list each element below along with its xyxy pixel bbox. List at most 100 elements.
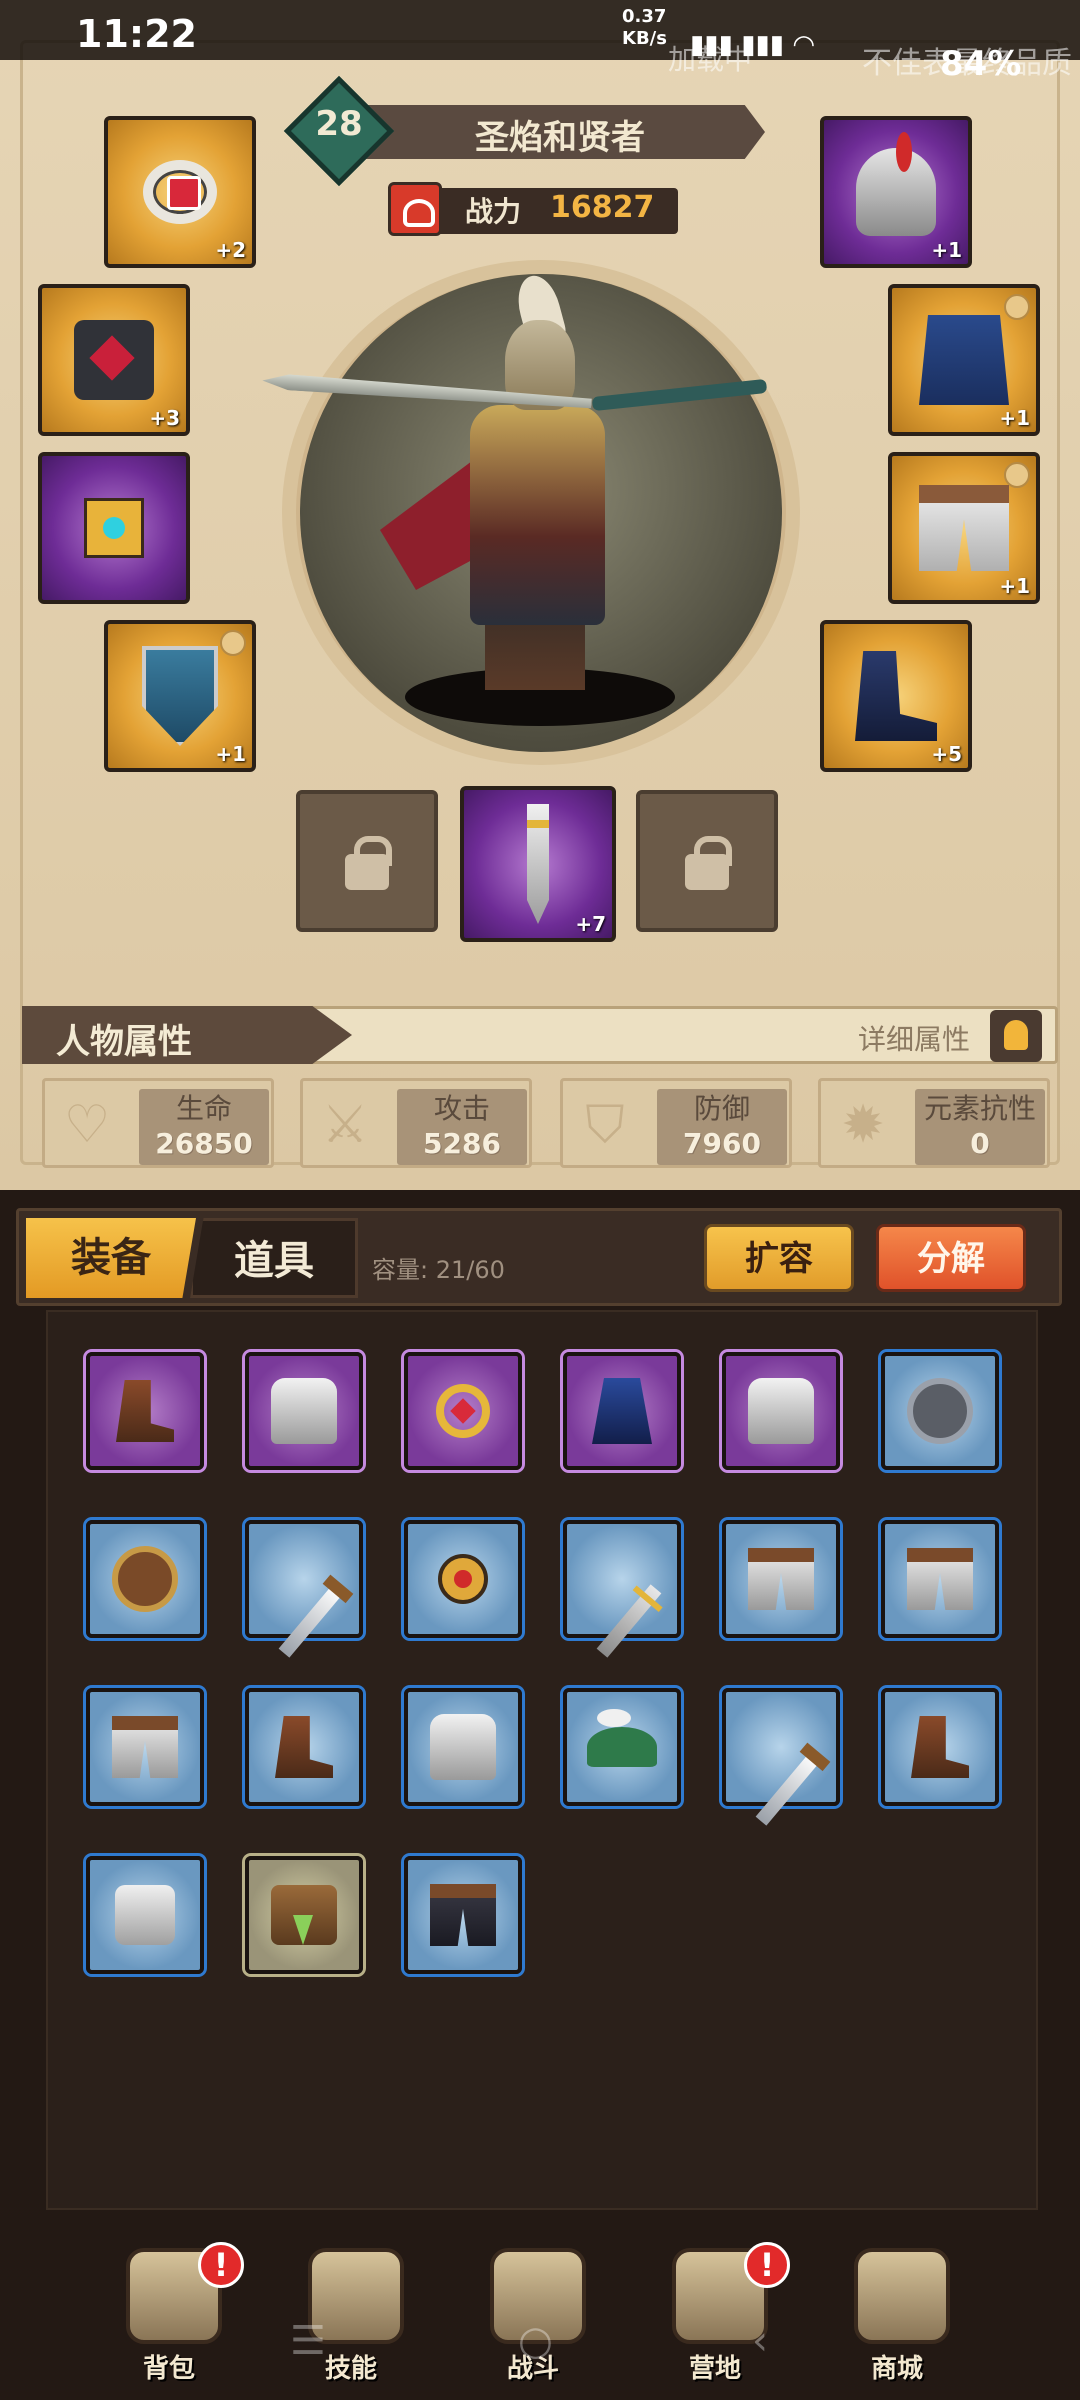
armor-icon [271, 1378, 337, 1444]
weapon-slot-locked-2[interactable] [636, 790, 778, 932]
boots-icon [116, 1380, 174, 1442]
stat-label: 防御 [693, 1092, 750, 1125]
tab-equipment[interactable]: 装备 [26, 1218, 196, 1298]
inventory-item[interactable] [86, 1856, 204, 1974]
attributes-title: 人物属性 [56, 1022, 192, 1062]
inventory-item[interactable] [563, 1520, 681, 1658]
heart-icon: ♡ [63, 1095, 111, 1155]
overlay-text-1: 加载中 [668, 43, 753, 76]
inventory-item[interactable] [245, 1520, 363, 1658]
enhance-level: +3 [149, 406, 180, 430]
armor-icon [430, 1714, 496, 1780]
enhance-level: +2 [215, 238, 246, 262]
coat-icon [592, 1378, 652, 1444]
equip-slot-pants[interactable]: +1 [888, 452, 1040, 604]
ring-icon [436, 1384, 490, 1438]
inventory-item[interactable] [404, 1520, 522, 1638]
pants-icon [112, 1716, 178, 1778]
helmet-icon [856, 132, 936, 236]
hero-level: 28 [315, 104, 363, 144]
equip-slot-ring[interactable]: +2 [104, 116, 256, 268]
power-value: 16827 [550, 190, 655, 225]
inventory-item[interactable] [404, 1856, 522, 1974]
belt-icon [271, 1885, 337, 1945]
inventory-item[interactable] [86, 1352, 204, 1470]
inventory-item[interactable] [722, 1520, 840, 1638]
battery-level: 84% [940, 44, 1022, 84]
enhance-level: +1 [999, 406, 1030, 430]
shield-icon: ⛉ [585, 1095, 625, 1155]
power-label: 战力 [465, 195, 522, 228]
inventory-item[interactable] [245, 1856, 363, 1974]
hero-body [470, 405, 605, 625]
back-gesture-icon[interactable]: ‹ [752, 2318, 768, 2364]
power-icon [388, 182, 442, 236]
detail-attributes-link[interactable]: 详细属性 [858, 1018, 970, 1058]
inventory-item[interactable] [245, 1352, 363, 1470]
inventory-item[interactable] [563, 1352, 681, 1470]
decompose-button[interactable]: 分解 [876, 1224, 1026, 1292]
weapon-slot-locked-1[interactable] [296, 790, 438, 932]
stat-value: 5286 [423, 1127, 501, 1160]
equip-slot-shield[interactable]: +1 [104, 620, 256, 772]
hat-icon [587, 1709, 657, 1767]
nav-label: 商城 [870, 2354, 923, 2384]
tab-items[interactable]: 道具 [190, 1218, 358, 1298]
detail-attributes-icon[interactable] [990, 1010, 1042, 1062]
stat-label: 生命 [175, 1092, 232, 1125]
inventory-item[interactable] [404, 1688, 522, 1806]
boots-icon [275, 1716, 333, 1778]
nav-shop[interactable]: 商城 [822, 2240, 972, 2400]
lock-icon [345, 835, 392, 890]
alert-badge: ! [744, 2242, 790, 2288]
inventory-item[interactable] [245, 1688, 363, 1806]
hero-name: 圣焰和贤者 [475, 118, 645, 158]
sword-cross-icon: ⚔ [321, 1095, 369, 1155]
inventory-item[interactable] [86, 1520, 204, 1638]
equip-slot-coat[interactable]: +1 [888, 284, 1040, 436]
inventory-item[interactable] [722, 1688, 840, 1826]
enhance-level: +1 [931, 238, 962, 262]
equip-slot-helmet[interactable]: +1 [820, 116, 972, 268]
inventory-item[interactable] [881, 1352, 999, 1470]
stat-hp: ♡ 生命 26850 [42, 1078, 274, 1168]
inventory-item[interactable] [881, 1688, 999, 1806]
bronze-shield-icon [112, 1546, 178, 1612]
stat-value: 0 [970, 1127, 990, 1160]
home-gesture-icon[interactable]: ○ [518, 2318, 553, 2364]
coat-icon [919, 315, 1009, 405]
round-shield-icon [907, 1378, 973, 1444]
lock-icon [685, 835, 732, 890]
amulet-icon [84, 498, 144, 558]
stat-value: 26850 [155, 1127, 253, 1160]
upgrade-marker-icon [1004, 462, 1030, 488]
status-net-speed: 0.37 KB/s [622, 6, 667, 49]
stat-value: 7960 [683, 1127, 761, 1160]
enhance-level: +7 [575, 912, 606, 936]
stat-label: 元素抗性 [923, 1092, 1036, 1125]
inventory-item[interactable] [404, 1352, 522, 1470]
inventory-item[interactable] [563, 1688, 681, 1806]
weapon-slot-sword[interactable]: +7 [460, 786, 616, 942]
boots-icon [911, 1716, 969, 1778]
equip-slot-boots[interactable]: +5 [820, 620, 972, 772]
shop-icon [854, 2248, 950, 2344]
stat-label: 攻击 [433, 1092, 490, 1125]
dark-pants-icon [430, 1884, 496, 1946]
expand-button[interactable]: 扩容 [704, 1224, 854, 1292]
pants-icon [748, 1548, 814, 1610]
gauntlet-icon [115, 1885, 175, 1945]
nav-backpack[interactable]: ! 背包 [94, 2240, 244, 2400]
inventory-item[interactable] [881, 1520, 999, 1638]
stat-attack: ⚔ 攻击 5286 [300, 1078, 532, 1168]
equip-slot-amulet[interactable] [38, 452, 190, 604]
enhance-level: +5 [931, 742, 962, 766]
stat-element-resistance: ✹ 元素抗性 0 [818, 1078, 1050, 1168]
inventory-item[interactable] [86, 1688, 204, 1806]
upgrade-marker-icon [1004, 294, 1030, 320]
equip-slot-bracer[interactable]: +3 [38, 284, 190, 436]
nav-label: 背包 [142, 2354, 195, 2384]
inventory-item[interactable] [722, 1352, 840, 1470]
menu-gesture-icon[interactable]: ☰ [290, 2318, 326, 2364]
pants-icon [907, 1548, 973, 1610]
